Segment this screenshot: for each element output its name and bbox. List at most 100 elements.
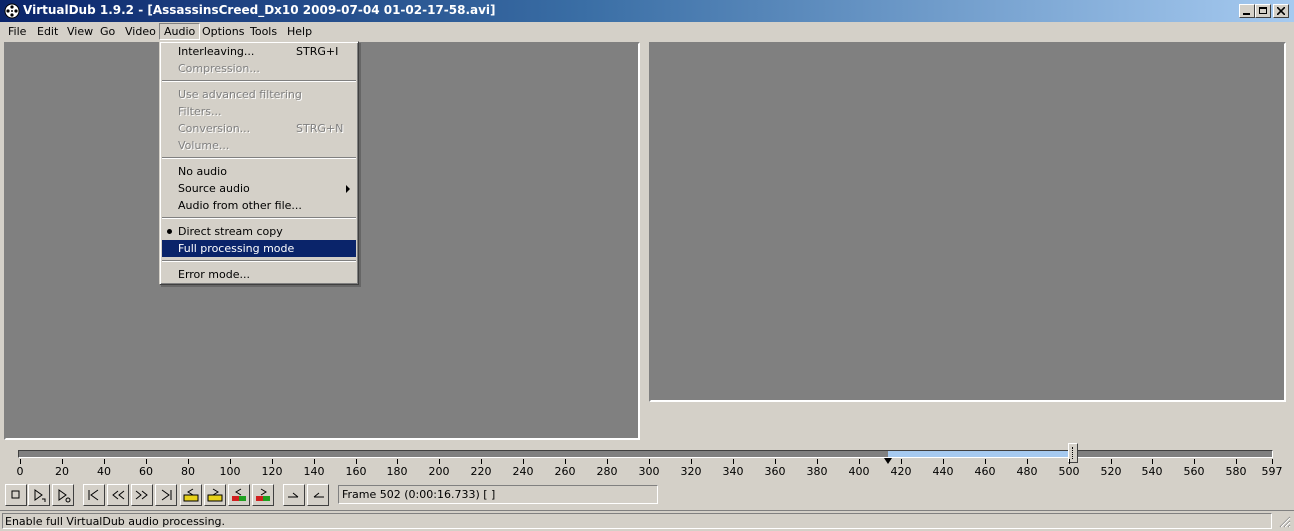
audio-menu-filters: Filters... [178,105,222,118]
menu-help[interactable]: Help [283,24,316,39]
timeline-tick-label: 0 [16,465,24,478]
audio-menu-no-audio[interactable]: No audio [162,163,356,180]
menu-edit[interactable]: Edit [33,24,62,39]
timeline-tick [817,459,818,464]
timeline-tick-label: 597 [1261,465,1283,478]
play-input-icon [34,489,46,502]
timeline-tick-label: 240 [512,465,534,478]
output-video-pane[interactable] [649,42,1286,402]
audio-menu-error-mode[interactable]: Error mode... [162,266,356,283]
timeline-tick-label: 300 [638,465,660,478]
audio-menu-dropdown: Interleaving... STRG+I Compression... Us… [159,41,359,285]
timeline-tick [397,459,398,464]
timeline-tick [20,459,21,464]
menu-separator [162,157,356,159]
timeline-tick-label: 20 [55,465,69,478]
scene-fwd-button[interactable] [252,484,274,506]
menu-go[interactable]: Go [96,24,119,39]
maximize-icon [1259,7,1267,14]
timeline-tick [104,459,105,464]
scene-back-button[interactable] [228,484,250,506]
scene-key-back-icon [183,488,199,502]
timeline-tick [1272,459,1273,464]
timeline-tick [607,459,608,464]
next-keyframe-button[interactable] [131,484,153,506]
audio-menu-full-processing[interactable]: Full processing mode [162,240,356,257]
timeline-tick-label: 260 [554,465,576,478]
start-icon [88,489,99,501]
play-input-button[interactable] [28,484,50,506]
scene-back-icon [232,488,246,501]
timeline-tick [733,459,734,464]
timeline-tick [943,459,944,464]
menu-view[interactable]: View [63,24,97,39]
stop-icon [11,490,20,499]
go-start-button[interactable] [83,484,105,506]
timeline-tick-label: 220 [470,465,492,478]
menu-separator [162,80,356,82]
timeline-tick-label: 340 [722,465,744,478]
selection-start-marker [884,458,893,464]
audio-menu-direct-stream-copy[interactable]: Direct stream copy [162,223,356,240]
timeline-tick [272,459,273,464]
timeline-tick-label: 180 [386,465,408,478]
stop-button[interactable] [5,484,27,506]
menu-audio[interactable]: Audio [159,23,201,40]
close-button[interactable] [1273,4,1289,18]
audio-menu-advanced-filtering: Use advanced filtering [178,88,302,101]
timeline-tick-label: 160 [345,465,367,478]
timeline-tick [481,459,482,464]
timeline-tick [188,459,189,464]
timeline-tick [314,459,315,464]
timeline-selection [888,451,1073,457]
resize-grip-icon[interactable] [1278,515,1291,528]
timeline-tick-label: 460 [974,465,996,478]
timeline-tick [775,459,776,464]
timeline-tick-label: 400 [848,465,870,478]
timeline-tick-label: 560 [1183,465,1205,478]
audio-menu-other-file[interactable]: Audio from other file... [162,197,356,214]
timeline-tick [901,459,902,464]
timeline-tick-label: 280 [596,465,618,478]
timeline-tick [859,459,860,464]
scene-fwd-icon [256,488,270,501]
menu-video[interactable]: Video [121,24,160,39]
timeline-tick-label: 200 [428,465,450,478]
timeline-tick-label: 520 [1100,465,1122,478]
maximize-button[interactable] [1255,4,1271,18]
mark-in-button[interactable] [283,484,305,506]
timeline-tick [1194,459,1195,464]
timeline-tick-label: 60 [139,465,153,478]
timeline-tick-label: 580 [1225,465,1247,478]
play-output-button[interactable] [52,484,74,506]
timeline-tick [439,459,440,464]
prev-keyframe-button[interactable] [107,484,129,506]
radio-bullet-icon [167,229,172,234]
menu-bar: File Edit View Go Video Audio Options To… [0,22,1294,41]
menu-tools[interactable]: Tools [246,24,281,39]
timeline-tick [146,459,147,464]
timeline-tick-label: 140 [303,465,325,478]
timeline-tick [649,459,650,464]
title-bar[interactable]: VirtualDub 1.9.2 - [AssassinsCreed_Dx10 … [0,0,1294,22]
timeline-tick [1111,459,1112,464]
audio-menu-source-audio[interactable]: Source audio [162,180,356,197]
status-bar: Enable full VirtualDub audio processing. [0,510,1294,531]
menu-file[interactable]: File [4,24,30,39]
mark-out-button[interactable] [307,484,329,506]
timeline-track[interactable] [18,450,1273,458]
menu-options[interactable]: Options [198,24,248,39]
next-keyframe-icon [135,490,148,500]
timeline-tick [565,459,566,464]
status-text: Enable full VirtualDub audio processing. [2,513,1272,529]
film-reel-icon [4,3,20,19]
timeline-tick [1152,459,1153,464]
minimize-button[interactable] [1239,4,1255,18]
scene-key-fwd-button[interactable] [204,484,226,506]
audio-menu-conversion: Conversion... STRG+N [178,122,344,135]
scene-key-back-button[interactable] [180,484,202,506]
timeline-tick-label: 320 [680,465,702,478]
audio-menu-interleaving[interactable]: Interleaving... STRG+I [162,43,356,60]
go-end-button[interactable] [155,484,177,506]
timeline-tick-label: 440 [932,465,954,478]
